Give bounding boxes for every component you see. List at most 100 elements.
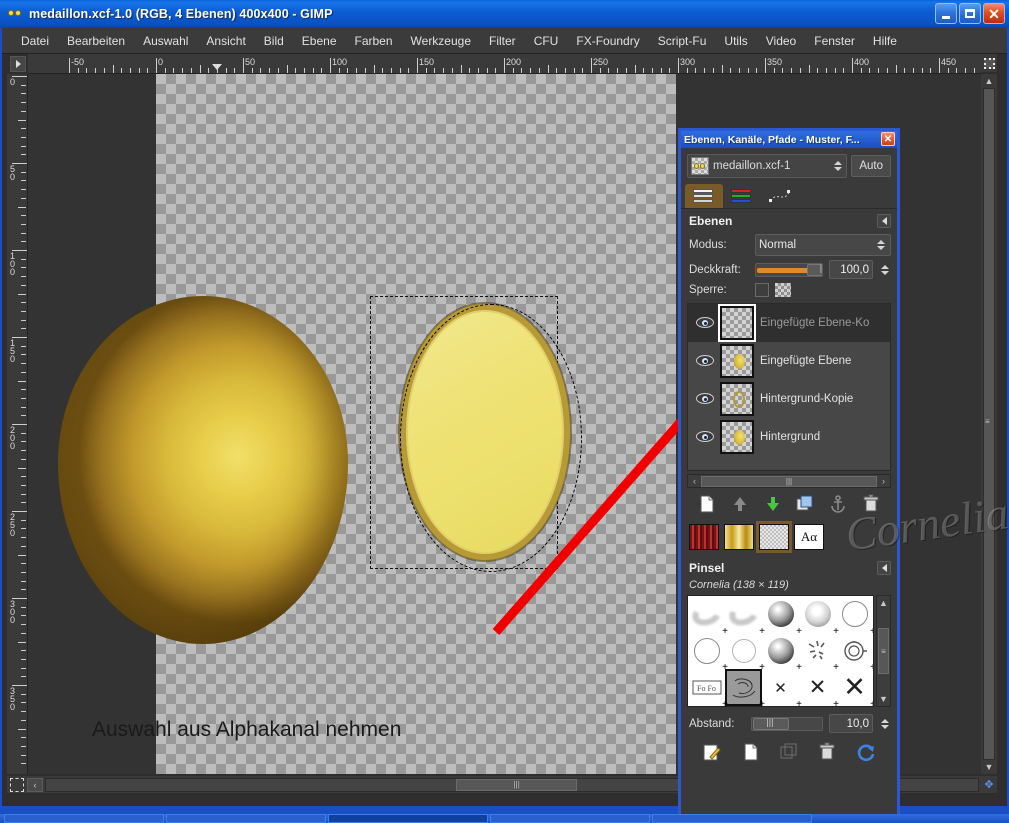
minimize-button[interactable] bbox=[935, 3, 957, 24]
menu-bild[interactable]: Bild bbox=[255, 31, 293, 51]
brush-swatch[interactable] bbox=[756, 521, 792, 553]
scroll-down-icon[interactable]: ▼ bbox=[985, 760, 994, 774]
spacing-slider-knob[interactable] bbox=[753, 717, 790, 730]
spacing-value-field[interactable]: 10,0 bbox=[829, 714, 873, 733]
scroll-up-icon[interactable]: ▲ bbox=[985, 74, 994, 88]
menu-filter[interactable]: Filter bbox=[480, 31, 525, 51]
horizontal-ruler[interactable]: -50 0 50 100 150 200 250 300 350 400 450 bbox=[28, 54, 981, 74]
table-row[interactable]: Eingefügte Ebene-Ko bbox=[688, 304, 890, 342]
layer-thumbnail[interactable] bbox=[720, 382, 754, 416]
menu-ansicht[interactable]: Ansicht bbox=[197, 31, 254, 51]
opacity-value-field[interactable]: 100,0 bbox=[829, 260, 873, 279]
hscrollbar-thumb[interactable]: ||| bbox=[456, 778, 578, 791]
dock-close-button[interactable]: ✕ bbox=[881, 132, 895, 146]
taskbar-button[interactable] bbox=[652, 814, 812, 823]
mode-select[interactable]: Normal bbox=[755, 234, 891, 256]
maximize-button[interactable] bbox=[959, 3, 981, 24]
image-selector-chevrons-icon[interactable] bbox=[832, 161, 844, 171]
duplicate-brush-button[interactable] bbox=[779, 742, 799, 762]
auto-follow-button[interactable]: Auto bbox=[851, 155, 891, 177]
menu-ebene[interactable]: Ebene bbox=[293, 31, 346, 51]
delete-layer-button[interactable] bbox=[861, 494, 881, 514]
canvas-vertical-scrollbar[interactable]: ▲ ≡ ▼ bbox=[981, 74, 997, 774]
font-swatch[interactable]: Aα bbox=[794, 524, 824, 550]
brush-scroll-thumb[interactable]: ≡ bbox=[878, 628, 889, 674]
menu-auswahl[interactable]: Auswahl bbox=[134, 31, 197, 51]
menu-hilfe[interactable]: Hilfe bbox=[864, 31, 906, 51]
menu-bearbeiten[interactable]: Bearbeiten bbox=[58, 31, 134, 51]
opacity-slider[interactable] bbox=[755, 262, 823, 277]
layer-visibility-icon[interactable] bbox=[696, 392, 714, 406]
menu-utils[interactable]: Utils bbox=[715, 31, 756, 51]
mode-chevrons-icon[interactable] bbox=[875, 240, 887, 250]
menu-datei[interactable]: Datei bbox=[12, 31, 58, 51]
table-row[interactable]: Hintergrund-Kopie bbox=[688, 380, 890, 418]
brush-cell[interactable]: ✕+ bbox=[799, 669, 839, 706]
layers-menu-button[interactable] bbox=[877, 214, 891, 228]
layer-thumbnail[interactable] bbox=[720, 306, 754, 340]
scroll-left-button[interactable]: ‹ bbox=[27, 777, 43, 792]
pattern-swatch[interactable] bbox=[689, 524, 719, 550]
layer-visibility-icon[interactable] bbox=[696, 430, 714, 444]
layers-horizontal-scrollbar[interactable]: ‹ ||| › bbox=[687, 474, 891, 488]
tab-ebenen[interactable] bbox=[685, 184, 723, 208]
taskbar-button[interactable] bbox=[490, 814, 650, 823]
scroll-down-icon[interactable]: ▼ bbox=[879, 694, 888, 704]
brush-vertical-scrollbar[interactable]: ▲ ≡ ▼ bbox=[876, 595, 891, 707]
layer-visibility-icon[interactable] bbox=[696, 316, 714, 330]
vertical-ruler[interactable]: 0 50 100 150 200 250 300 350 bbox=[7, 74, 28, 774]
ruler-origin-button[interactable] bbox=[10, 56, 26, 72]
navigation-preview-button[interactable]: ✥ bbox=[981, 776, 997, 793]
close-button[interactable]: ✕ bbox=[983, 3, 1005, 24]
taskbar-button-active[interactable] bbox=[328, 814, 488, 823]
scroll-right-icon[interactable]: › bbox=[877, 476, 890, 486]
brush-cell[interactable]: + bbox=[725, 596, 765, 636]
brush-cell[interactable]: + bbox=[799, 596, 839, 636]
brush-cell[interactable]: + bbox=[836, 596, 873, 636]
gradient-swatch[interactable] bbox=[724, 524, 754, 550]
brush-cell[interactable]: ✕+ bbox=[836, 669, 873, 706]
spacing-stepper-icon[interactable] bbox=[879, 718, 891, 729]
delete-brush-button[interactable] bbox=[817, 742, 837, 762]
brush-cell[interactable]: + bbox=[725, 633, 765, 673]
brush-cell[interactable]: + bbox=[688, 596, 728, 636]
menu-werkzeuge[interactable]: Werkzeuge bbox=[402, 31, 480, 51]
menu-cfu[interactable]: CFU bbox=[525, 31, 568, 51]
menu-farben[interactable]: Farben bbox=[346, 31, 402, 51]
taskbar-button[interactable] bbox=[166, 814, 326, 823]
lock-pixels-checkbox[interactable] bbox=[755, 283, 769, 297]
tab-pfade[interactable] bbox=[761, 184, 799, 208]
image-selector-combo[interactable]: medaillon.xcf-1 bbox=[687, 154, 848, 178]
menu-fx-foundry[interactable]: FX-Foundry bbox=[567, 31, 648, 51]
scrollbar-thumb[interactable]: ≡ bbox=[984, 89, 994, 759]
lower-layer-button[interactable] bbox=[763, 494, 783, 514]
spacing-slider[interactable] bbox=[751, 716, 823, 731]
brush-cell[interactable]: ✕+ bbox=[762, 669, 802, 706]
refresh-brushes-button[interactable] bbox=[856, 742, 876, 762]
taskbar-button[interactable] bbox=[4, 814, 164, 823]
scrollbar-track[interactable]: ≡ bbox=[983, 88, 995, 760]
brush-cell[interactable]: + bbox=[762, 596, 802, 636]
brush-cell[interactable]: + bbox=[688, 633, 728, 673]
duplicate-layer-button[interactable] bbox=[795, 494, 815, 514]
opacity-slider-knob[interactable] bbox=[806, 263, 822, 276]
brush-grid[interactable]: + + + + + + + + + bbox=[687, 595, 874, 707]
menu-fenster[interactable]: Fenster bbox=[805, 31, 864, 51]
layer-thumbnail[interactable] bbox=[720, 420, 754, 454]
brush-cell[interactable]: + bbox=[762, 633, 802, 673]
brush-cell[interactable]: + bbox=[799, 633, 839, 673]
table-row[interactable]: Hintergrund bbox=[688, 418, 890, 456]
raise-layer-button[interactable] bbox=[730, 494, 750, 514]
edit-brush-button[interactable] bbox=[702, 742, 722, 762]
layers-list[interactable]: Eingefügte Ebene-Ko Eingefügte Ebene Hin… bbox=[687, 303, 891, 471]
menu-script-fu[interactable]: Script-Fu bbox=[649, 31, 716, 51]
opacity-stepper-icon[interactable] bbox=[879, 264, 891, 275]
brush-cell[interactable]: Fo Fo + bbox=[688, 669, 728, 706]
layers-scroll-thumb[interactable]: ||| bbox=[701, 475, 877, 487]
new-layer-button[interactable] bbox=[697, 494, 717, 514]
menu-video[interactable]: Video bbox=[757, 31, 805, 51]
tab-kanaele[interactable] bbox=[723, 184, 761, 208]
layer-visibility-icon[interactable] bbox=[696, 354, 714, 368]
brush-cell-cornelia[interactable]: + bbox=[725, 669, 765, 706]
scroll-up-icon[interactable]: ▲ bbox=[879, 598, 888, 608]
